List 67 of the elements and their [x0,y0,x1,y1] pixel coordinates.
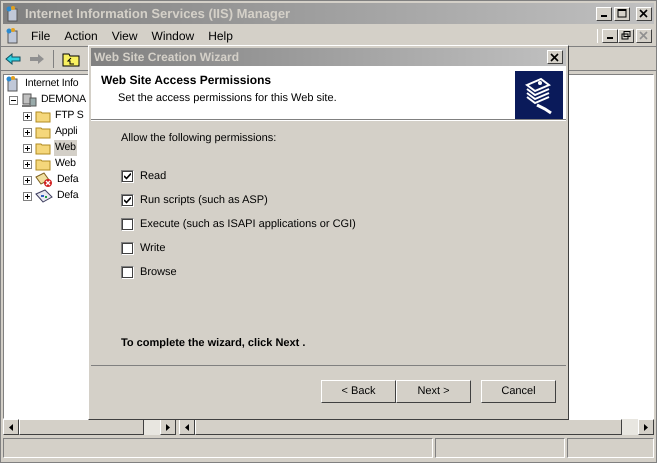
right-arrow-icon [644,424,648,430]
minimize-button[interactable] [602,28,618,42]
close-button[interactable] [636,6,652,20]
stopped-site-icon [35,172,53,188]
restore-icon [621,31,631,40]
tree-item[interactable]: DEMONA [40,92,87,108]
tree-item[interactable]: Defa [56,188,80,204]
folder-icon [35,125,51,139]
close-icon [550,52,560,62]
check-icon [124,172,131,180]
tree-item[interactable]: FTP S [54,108,85,124]
next-button[interactable]: Next > [396,380,471,403]
minimize-button[interactable] [596,6,612,20]
back-button[interactable]: < Back [321,380,396,403]
tree-item[interactable]: Appli [54,124,78,140]
checkbox-label[interactable]: Run scripts (such as ASP) [140,192,268,208]
checkbox[interactable] [121,170,134,182]
checkbox-label[interactable]: Browse [140,264,177,280]
menu-item[interactable]: Action [64,26,98,44]
expand-toggle[interactable] [23,176,32,184]
maximize-icon [617,9,627,18]
close-icon [639,31,649,40]
checkbox[interactable] [121,266,134,278]
checkbox-label[interactable]: Write [140,240,166,256]
check-icon [124,196,131,204]
website-icon [35,188,53,204]
right-arrow-icon [166,424,170,430]
window-title: Internet Information Services (IIS) Manager [25,4,292,23]
page-heading: Web Site Access Permissions [101,72,272,89]
horizontal-scrollbar[interactable] [3,419,176,435]
maximize-button[interactable] [614,6,630,20]
menu-item[interactable]: Window [152,26,194,44]
tree-item[interactable]: Web [54,156,77,172]
restore-button[interactable] [618,28,634,42]
back-arrow-icon[interactable] [5,52,21,64]
expand-toggle[interactable] [23,144,32,152]
expand-toggle[interactable] [23,112,32,120]
tree-item[interactable]: Web [54,140,77,156]
folder-icon [35,141,51,155]
cancel-button[interactable]: Cancel [481,380,556,403]
expand-toggle[interactable] [23,192,32,200]
left-arrow-icon [9,424,13,430]
checkbox[interactable] [121,218,134,230]
close-button[interactable] [636,28,652,42]
expand-toggle[interactable] [23,128,32,136]
tree-item[interactable]: Defa [56,172,80,188]
horizontal-scrollbar[interactable] [179,419,654,435]
expand-toggle[interactable] [23,160,32,168]
checkbox[interactable] [121,242,134,254]
checkbox-label[interactable]: Read [140,168,166,184]
left-arrow-icon [185,424,189,430]
up-folder-icon[interactable] [62,50,80,66]
collapse-toggle[interactable] [9,96,18,104]
tree-item[interactable]: Internet Info [24,76,80,92]
checkbox[interactable] [121,194,134,206]
close-icon [639,9,649,18]
completion-instruction: To complete the wizard, click Next . [121,336,306,350]
checkbox-label[interactable]: Execute (such as ISAPI applications or CGI) [140,216,356,232]
dialog-title: Web Site Creation Wizard [94,49,240,66]
folder-icon [35,109,51,123]
permissions-prompt: Allow the following permissions: [121,131,278,146]
menu-item[interactable]: File [31,26,50,44]
close-button[interactable] [547,50,563,64]
page-subtitle: Set the access permissions for this Web site. [118,91,338,106]
folder-icon [35,157,51,171]
menu-item[interactable]: View [112,26,138,44]
menu-item[interactable]: Help [208,26,233,44]
